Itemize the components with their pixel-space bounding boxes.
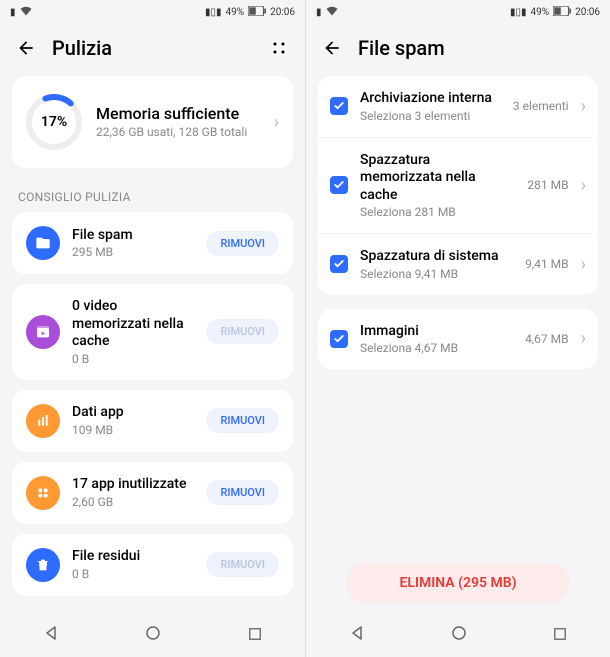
battery-icon (248, 6, 266, 19)
nav-back[interactable] (349, 625, 365, 645)
usage-ring: 17% (26, 94, 82, 150)
header: File spam (306, 24, 610, 76)
grid-icon (26, 476, 60, 510)
nav-home[interactable] (145, 625, 161, 645)
chevron-right-icon: › (581, 175, 586, 196)
spam-sub: Seleziona 3 elementi (360, 109, 501, 123)
remove-button[interactable]: RIMUOVI (206, 319, 279, 344)
checkbox[interactable] (330, 97, 348, 115)
memory-title: Memoria sufficiente (96, 104, 260, 123)
page-title: Pulizia (52, 36, 253, 60)
spam-row[interactable]: Archiviazione internaSeleziona 3 element… (318, 76, 598, 138)
clean-item-title: File residui (72, 548, 194, 566)
checkbox[interactable] (330, 330, 348, 348)
memory-sub: 22,36 GB usati, 128 GB totali (96, 125, 260, 141)
spam-title: Archiviazione interna (360, 90, 501, 108)
spam-title: Immagini (360, 323, 513, 341)
clean-item[interactable]: 0 video memorizzati nella cache0 B RIMUOV… (12, 284, 293, 380)
usage-percent: 17% (26, 94, 82, 150)
sim-icon: ▮ (10, 7, 16, 18)
clean-item-size: 0 B (72, 567, 194, 581)
clean-item-title: Dati app (72, 404, 194, 422)
delete-button[interactable]: ELIMINA (295 MB) (346, 563, 570, 603)
checkbox[interactable] (330, 176, 348, 194)
clean-item-title: 17 app inutilizzate (72, 476, 194, 494)
nav-recent[interactable] (248, 626, 262, 645)
spam-value: 9,41 MB (525, 257, 569, 271)
video-icon (26, 315, 60, 349)
back-button[interactable] (322, 38, 342, 58)
battery-percent: 49% (531, 7, 550, 18)
wifi-icon (326, 6, 338, 19)
chevron-right-icon: › (581, 96, 586, 117)
section-label: CONSIGLIO PULIZIA (12, 184, 293, 212)
checkbox[interactable] (330, 255, 348, 273)
back-button[interactable] (16, 38, 36, 58)
page-title: File spam (358, 36, 594, 60)
nav-recent[interactable] (553, 626, 567, 645)
clean-item[interactable]: 17 app inutilizzate2,60 GB RIMUOVI (12, 462, 293, 524)
spam-row[interactable]: Spazzatura di sistemaSeleziona 9,41 MB 9,… (318, 234, 598, 295)
spam-sub: Seleziona 9,41 MB (360, 267, 513, 281)
sim-icon: ▮ (316, 7, 322, 18)
folder-icon (26, 226, 60, 260)
nav-bar (0, 613, 305, 657)
spam-value: 4,67 MB (525, 332, 569, 346)
clock: 20:06 (270, 7, 295, 18)
nav-home[interactable] (451, 625, 467, 645)
chevron-right-icon: › (581, 254, 586, 275)
status-bar: ▮ ▮▯▮ 49% 20:06 (306, 0, 610, 24)
spam-group: Archiviazione internaSeleziona 3 element… (318, 76, 598, 295)
vibrate-icon: ▮▯▮ (510, 7, 527, 18)
remove-button[interactable]: RIMUOVI (206, 408, 279, 433)
menu-button[interactable] (269, 38, 289, 58)
wifi-icon (20, 6, 32, 19)
clean-item-size: 2,60 GB (72, 495, 194, 509)
clock: 20:06 (575, 7, 600, 18)
remove-button[interactable]: RIMUOVI (206, 480, 279, 505)
clean-item-size: 295 MB (72, 245, 194, 259)
remove-button[interactable]: RIMUOVI (206, 231, 279, 256)
screen-file-spam: ▮ ▮▯▮ 49% 20:06 File spam Archiviazione … (305, 0, 610, 657)
clean-item-title: 0 video memorizzati nella cache (72, 298, 194, 351)
chevron-right-icon: › (274, 112, 279, 133)
clean-item-size: 0 B (72, 352, 194, 366)
clean-item[interactable]: File spam295 MB RIMUOVI (12, 212, 293, 274)
spam-title: Spazzatura memorizzata nella cache (360, 152, 515, 205)
spam-value: 281 MB (527, 178, 568, 192)
spam-group: ImmaginiSeleziona 4,67 MB 4,67 MB › (318, 309, 598, 370)
status-bar: ▮ ▮▯▮ 49% 20:06 (0, 0, 305, 24)
vibrate-icon: ▮▯▮ (205, 7, 222, 18)
clean-item[interactable]: Dati app109 MB RIMUOVI (12, 390, 293, 452)
header: Pulizia (0, 24, 305, 76)
battery-icon (553, 6, 571, 19)
spam-row[interactable]: Spazzatura memorizzata nella cacheSelezi… (318, 138, 598, 235)
spam-value: 3 elementi (513, 99, 569, 113)
clean-item-size: 109 MB (72, 423, 194, 437)
chevron-right-icon: › (581, 328, 586, 349)
nav-bar (306, 613, 610, 657)
memory-card[interactable]: 17% Memoria sufficiente 22,36 GB usati, … (12, 76, 293, 168)
spam-sub: Seleziona 281 MB (360, 205, 515, 219)
nav-back[interactable] (43, 625, 59, 645)
trash-icon (26, 548, 60, 582)
clean-item-title: File spam (72, 227, 194, 245)
screen-cleanup: ▮ ▮▯▮ 49% 20:06 Pulizia 17% (0, 0, 305, 657)
spam-sub: Seleziona 4,67 MB (360, 341, 513, 355)
bars-icon (26, 404, 60, 438)
battery-percent: 49% (226, 7, 245, 18)
spam-title: Spazzatura di sistema (360, 248, 513, 266)
clean-item[interactable]: File residui0 B RIMUOVI (12, 534, 293, 596)
spam-row[interactable]: ImmaginiSeleziona 4,67 MB 4,67 MB › (318, 309, 598, 370)
remove-button[interactable]: RIMUOVI (206, 552, 279, 577)
